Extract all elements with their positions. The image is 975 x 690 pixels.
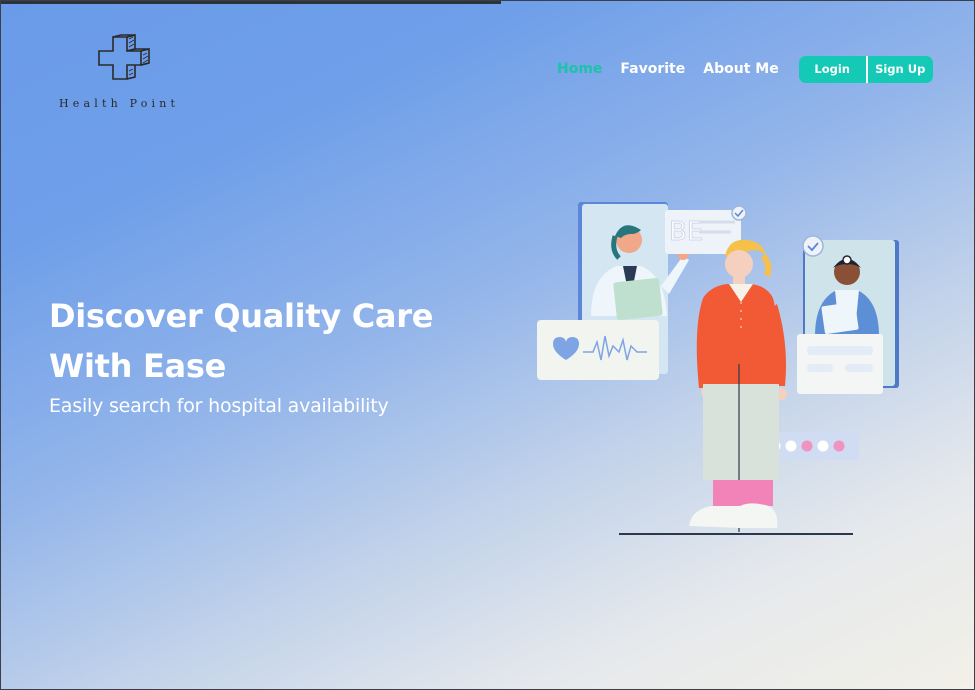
doctors-consultation-illustration: BE <box>537 202 899 535</box>
nav-favorite-link[interactable]: Favorite <box>620 61 685 77</box>
signup-button[interactable]: Sign Up <box>865 55 933 83</box>
hero-title: Discover Quality Care With Ease <box>49 291 479 391</box>
hero-title-line2: With Ease <box>49 347 226 385</box>
top-border <box>1 1 501 4</box>
nav-about-me-link[interactable]: About Me <box>703 61 778 77</box>
nav-home-link[interactable]: Home <box>557 61 602 77</box>
check-icon-right <box>802 235 824 257</box>
auth-buttons: Login Sign Up <box>798 55 933 83</box>
info-card <box>797 334 883 394</box>
landing-page: Health Point Home Favorite About Me Logi… <box>0 0 975 690</box>
hero-title-line1: Discover Quality Care <box>49 297 434 335</box>
illustration-card-text: BE <box>669 217 703 247</box>
main-nav: Home Favorite About Me Login Sign Up <box>557 55 933 83</box>
brand-logo[interactable]: Health Point <box>59 33 209 113</box>
hero-subtitle: Easily search for hospital availability <box>49 395 389 417</box>
brand-name: Health Point <box>59 97 180 110</box>
check-icon <box>731 205 747 221</box>
medical-cross-icon <box>98 33 150 80</box>
login-button[interactable]: Login <box>798 55 866 83</box>
